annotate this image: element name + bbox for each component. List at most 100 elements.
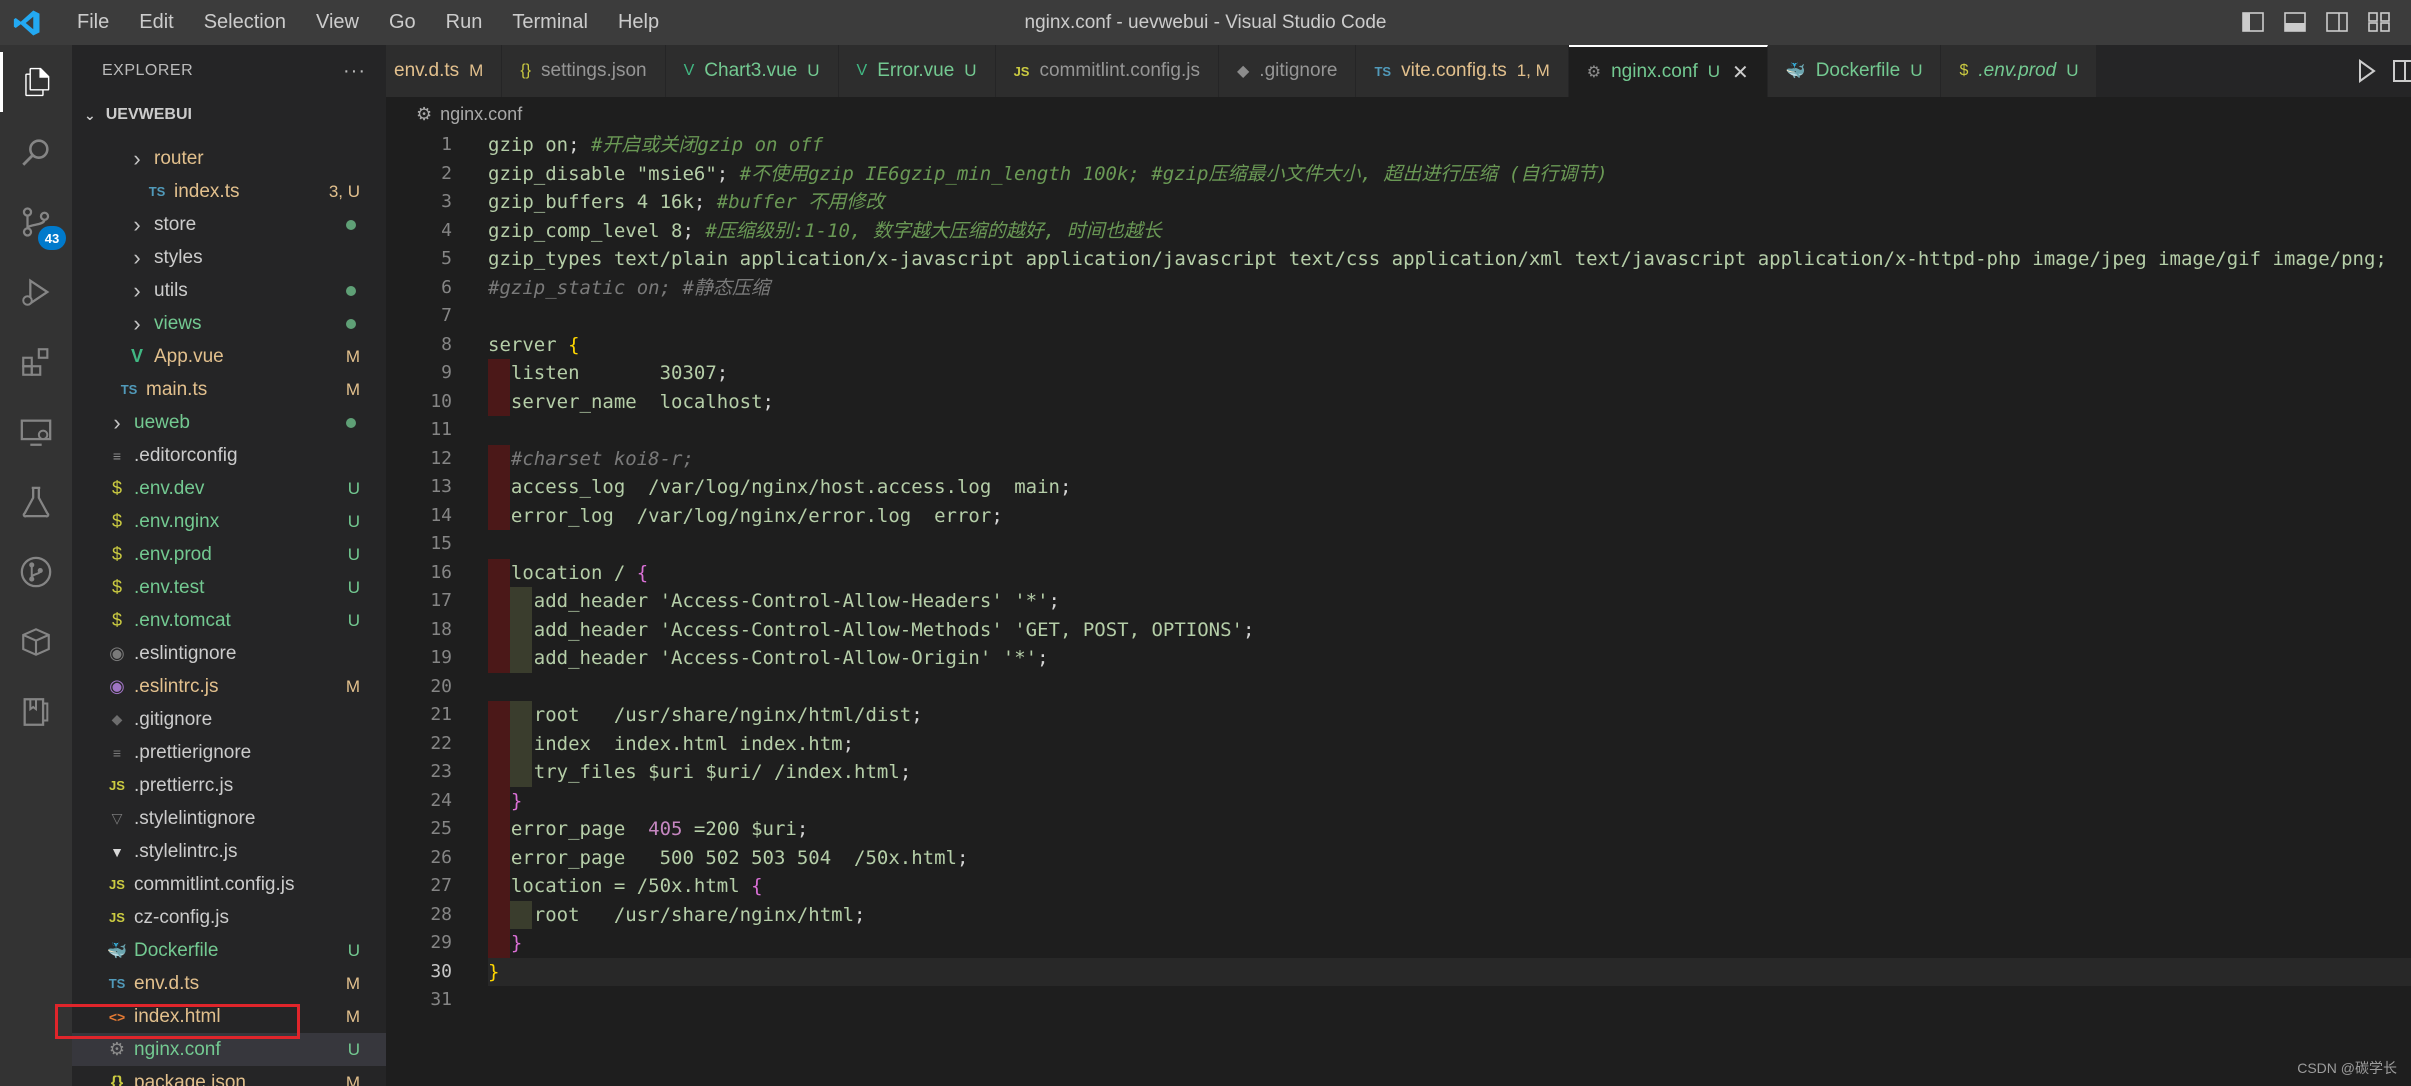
tree-file[interactable]: $ .env.test U xyxy=(72,571,386,604)
tree-file[interactable]: ◉ .eslintignore xyxy=(72,637,386,670)
tree-file[interactable]: ≡ .editorconfig xyxy=(72,439,386,472)
breadcrumb-file[interactable]: nginx.conf xyxy=(440,104,522,125)
editor-tab[interactable]: {} settings.json xyxy=(502,45,666,97)
tree-folder[interactable]: › utils xyxy=(72,274,386,307)
code-line[interactable] xyxy=(488,986,2411,1015)
run-debug-icon[interactable] xyxy=(0,262,72,322)
code-line[interactable]: add_header 'Access-Control-Allow-Headers… xyxy=(488,587,2411,616)
code-line[interactable]: root /usr/share/nginx/html; xyxy=(488,900,2411,929)
tree-file[interactable]: ◉ .eslintrc.js M xyxy=(72,670,386,703)
tree-file[interactable]: ◆ .gitignore xyxy=(72,703,386,736)
menu-file[interactable]: File xyxy=(69,3,117,43)
code-line[interactable]: } xyxy=(488,929,2411,958)
menu-help[interactable]: Help xyxy=(610,3,667,43)
menu-go[interactable]: Go xyxy=(381,3,424,43)
tree-file[interactable]: JS cz-config.js xyxy=(72,901,386,934)
code-line[interactable] xyxy=(488,302,2411,331)
code-line[interactable]: } xyxy=(488,957,2411,986)
tree-file[interactable]: TS index.ts 3, U xyxy=(72,175,386,208)
code-line[interactable] xyxy=(488,416,2411,445)
code-line[interactable] xyxy=(488,673,2411,702)
code-line[interactable]: try_files $uri $uri/ /index.html; xyxy=(488,758,2411,787)
code-line[interactable]: gzip_buffers 4 16k; #buffer 不用修改 xyxy=(488,188,2411,217)
tree-file[interactable]: {} package.json M xyxy=(72,1066,386,1086)
code-line[interactable]: #charset koi8-r; xyxy=(488,444,2411,473)
menu-edit[interactable]: Edit xyxy=(131,3,181,43)
close-icon[interactable]: ✕ xyxy=(1732,60,1749,85)
code-line[interactable]: server { xyxy=(488,331,2411,360)
tree-file[interactable]: ≡ .prettierignore xyxy=(72,736,386,769)
run-icon[interactable] xyxy=(2356,58,2378,84)
source-control-icon[interactable]: 43 xyxy=(0,192,72,252)
toggle-secondary-sidebar-icon[interactable] xyxy=(2323,8,2351,36)
more-actions-icon[interactable]: ··· xyxy=(343,60,366,83)
code-content[interactable]: gzip on; #开启或关闭gzip on off gzip_disable "… xyxy=(488,131,2411,1015)
code-line[interactable]: location / { xyxy=(488,558,2411,587)
tree-item-label: main.ts xyxy=(146,378,208,400)
editor-tab[interactable]: JS commitlint.config.js xyxy=(995,45,1219,97)
code-line[interactable]: index index.html index.htm; xyxy=(488,729,2411,758)
code-line[interactable]: gzip_comp_level 8; #压缩级别:1-10, 数字越大压缩的越好… xyxy=(488,217,2411,246)
tree-file[interactable]: ▽ .stylelintignore xyxy=(72,802,386,835)
code-line[interactable]: gzip_disable "msie6"; #不使用gzip IE6gzip_m… xyxy=(488,160,2411,189)
tree-file[interactable]: TS env.d.ts M xyxy=(72,967,386,1000)
code-line[interactable]: add_header 'Access-Control-Allow-Origin'… xyxy=(488,644,2411,673)
toggle-primary-sidebar-icon[interactable] xyxy=(2239,8,2267,36)
testing-icon[interactable] xyxy=(0,472,72,532)
editor-tab[interactable]: 🐳 Dockerfile U xyxy=(1767,45,1942,97)
tree-folder[interactable]: › router xyxy=(72,142,386,175)
editor-tab[interactable]: $ .env.prod U xyxy=(1941,45,2098,97)
menu-terminal[interactable]: Terminal xyxy=(504,3,596,43)
code-line[interactable]: error_page 500 502 503 504 /50x.html; xyxy=(488,843,2411,872)
explorer-icon[interactable] xyxy=(0,52,72,112)
tree-file[interactable]: $ .env.dev U xyxy=(72,472,386,505)
code-line[interactable]: root /usr/share/nginx/html/dist; xyxy=(488,701,2411,730)
code-line[interactable]: add_header 'Access-Control-Allow-Methods… xyxy=(488,615,2411,644)
editor-tab[interactable]: TS vite.config.ts 1, M xyxy=(1356,45,1569,97)
code-line[interactable]: error_page 405 =200 $uri; xyxy=(488,815,2411,844)
bookmark-icon[interactable] xyxy=(0,682,72,742)
line-number: 27 xyxy=(430,875,452,896)
toggle-panel-icon[interactable] xyxy=(2281,8,2309,36)
tree-file[interactable]: ▼ .stylelintrc.js xyxy=(72,835,386,868)
editor-tab[interactable]: ◆ .gitignore xyxy=(1218,45,1357,97)
menu-selection[interactable]: Selection xyxy=(196,3,294,43)
remote-explorer-icon[interactable] xyxy=(0,402,72,462)
code-line[interactable]: gzip on; #开启或关闭gzip on off xyxy=(488,131,2411,160)
git-graph-icon[interactable] xyxy=(0,542,72,602)
code-line[interactable]: error_log /var/log/nginx/error.log error… xyxy=(488,501,2411,530)
code-line[interactable]: listen 30307; xyxy=(488,359,2411,388)
split-editor-icon[interactable] xyxy=(2392,58,2411,84)
tree-file[interactable]: JS commitlint.config.js xyxy=(72,868,386,901)
tree-file[interactable]: TS main.ts M xyxy=(72,373,386,406)
code-line[interactable]: access_log /var/log/nginx/host.access.lo… xyxy=(488,473,2411,502)
code-line[interactable]: gzip_types text/plain application/x-java… xyxy=(488,245,2411,274)
tree-file[interactable]: JS .prettierrc.js xyxy=(72,769,386,802)
tree-file[interactable]: $ .env.prod U xyxy=(72,538,386,571)
menu-view[interactable]: View xyxy=(308,3,367,43)
code-line[interactable]: #gzip_static on; #静态压缩 xyxy=(488,274,2411,303)
customize-layout-icon[interactable] xyxy=(2365,8,2393,36)
tree-folder[interactable]: › ueweb xyxy=(72,406,386,439)
code-line[interactable] xyxy=(488,530,2411,559)
tree-folder[interactable]: › views xyxy=(72,307,386,340)
tree-file[interactable]: $ .env.nginx U xyxy=(72,505,386,538)
editor-tab[interactable]: V Chart3.vue U xyxy=(665,45,839,97)
tree-folder[interactable]: › styles xyxy=(72,241,386,274)
tree-folder[interactable]: › store xyxy=(72,208,386,241)
code-line[interactable]: location = /50x.html { xyxy=(488,872,2411,901)
menu-run[interactable]: Run xyxy=(438,3,491,43)
search-icon[interactable] xyxy=(0,122,72,182)
package-icon[interactable] xyxy=(0,612,72,672)
code-line[interactable]: server_name localhost; xyxy=(488,387,2411,416)
tree-file[interactable]: $ .env.tomcat U xyxy=(72,604,386,637)
code-line[interactable]: } xyxy=(488,786,2411,815)
tree-file[interactable]: V App.vue M xyxy=(72,340,386,373)
extensions-icon[interactable] xyxy=(0,332,72,392)
editor-tab[interactable]: env.d.ts M xyxy=(386,45,503,97)
editor-tab[interactable]: ⚙ nginx.conf U ✕ xyxy=(1568,45,1768,97)
editor-tab[interactable]: V Error.vue U xyxy=(838,45,996,97)
workspace-section-header[interactable]: ⌄ UEVWEBUI xyxy=(72,97,386,133)
tree-file[interactable]: 🐳 Dockerfile U xyxy=(72,934,386,967)
code-editor[interactable]: 1 2 3 4 5 6 7 8 9 10 11 12 13 14 15 16 17 18 19 20 21 22 23 24 2… xyxy=(386,131,2411,1086)
